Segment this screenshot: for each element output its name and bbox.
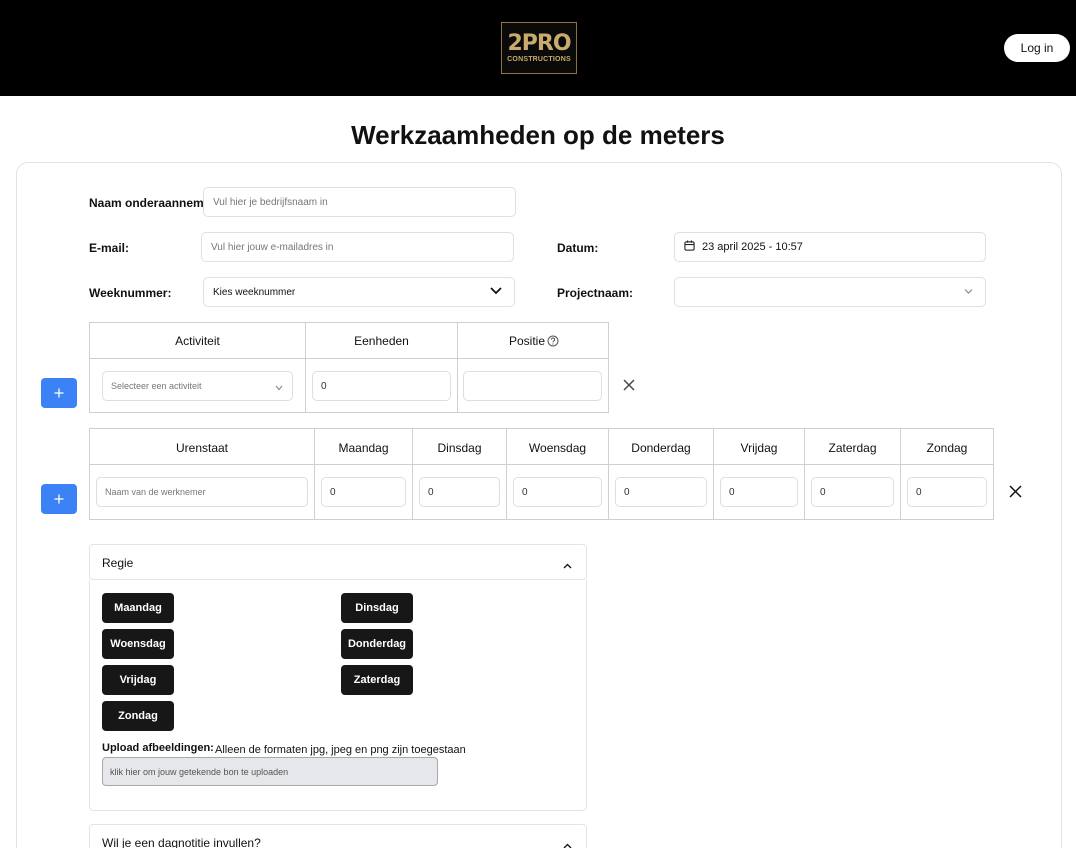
email-label: E-mail: xyxy=(89,241,130,255)
chevron-down-icon xyxy=(275,383,283,393)
position-header-cell: Positie xyxy=(457,322,609,359)
upload-input[interactable]: klik hier om jouw getekende bon te uploa… xyxy=(102,757,438,786)
units-input[interactable]: 0 xyxy=(312,371,451,401)
regie-accordion-header[interactable]: Regie xyxy=(89,544,587,580)
chevron-up-icon xyxy=(563,558,572,572)
zaterdag-hours-input[interactable]: 0 xyxy=(811,477,894,507)
subcontractor-placeholder: Vul hier je bedrijfsnaam in xyxy=(213,196,328,208)
week-select-value: Kies weeknummer xyxy=(213,286,296,298)
regie-day-donderdag[interactable]: Donderdag xyxy=(341,629,413,659)
regie-day-woensdag[interactable]: Woensdag xyxy=(102,629,174,659)
zaterdag-header-cell: Zaterdag xyxy=(804,428,901,465)
maandag-hours-input[interactable]: 0 xyxy=(321,477,406,507)
activity-header: Activiteit xyxy=(175,334,220,348)
maandag-header: Maandag xyxy=(338,441,389,455)
activity-header-cell: Activiteit xyxy=(89,322,306,359)
regie-day-dinsdag[interactable]: Dinsdag xyxy=(341,593,413,623)
dinsdag-hours-value: 0 xyxy=(428,486,434,498)
woensdag-hours-value: 0 xyxy=(522,486,528,498)
week-select[interactable]: Kies weeknummer xyxy=(203,277,515,307)
plus-icon xyxy=(54,494,64,504)
zondag-hours-value: 0 xyxy=(916,486,922,498)
dinsdag-hours-input[interactable]: 0 xyxy=(419,477,500,507)
regie-day-maandag[interactable]: Maandag xyxy=(102,593,174,623)
vrijdag-hours-value: 0 xyxy=(729,486,735,498)
employee-name-input[interactable]: Naam van de werknemer xyxy=(96,477,308,507)
dagnotitie-accordion-header[interactable]: Wil je een dagnotitie invullen? xyxy=(89,824,587,848)
email-input[interactable]: Vul hier jouw e-mailadres in xyxy=(201,232,514,262)
maandag-header-cell: Maandag xyxy=(314,428,413,465)
units-header-cell: Eenheden xyxy=(305,322,458,359)
zondag-hours-input[interactable]: 0 xyxy=(907,477,987,507)
remove-activity-icon[interactable] xyxy=(622,378,638,394)
position-input[interactable] xyxy=(463,371,602,401)
chevron-down-icon xyxy=(490,287,502,298)
dagnotitie-title: Wil je een dagnotitie invullen? xyxy=(102,836,261,848)
donderdag-header: Donderdag xyxy=(631,441,691,455)
units-header: Eenheden xyxy=(354,334,409,348)
employee-name-placeholder: Naam van de werknemer xyxy=(105,487,206,497)
page-title: Werkzaamheden op de meters xyxy=(351,120,725,150)
regie-title: Regie xyxy=(102,556,134,570)
chevron-down-icon xyxy=(964,287,973,298)
date-label: Datum: xyxy=(557,241,599,255)
subcontractor-input[interactable]: Vul hier je bedrijfsnaam in xyxy=(203,187,516,217)
chevron-up-icon xyxy=(563,838,572,848)
date-value: 23 april 2025 - 10:57 xyxy=(702,241,803,253)
dinsdag-header-cell: Dinsdag xyxy=(412,428,507,465)
regie-day-zaterdag[interactable]: Zaterdag xyxy=(341,665,413,695)
zaterdag-hours-value: 0 xyxy=(820,486,826,498)
regie-day-vrijdag[interactable]: Vrijdag xyxy=(102,665,174,695)
project-label: Projectnaam: xyxy=(557,286,634,300)
upload-note: Alleen de formaten jpg, jpeg en png zijn… xyxy=(215,744,466,756)
zondag-header: Zondag xyxy=(926,441,968,455)
week-label: Weeknummer: xyxy=(89,286,172,300)
email-placeholder: Vul hier jouw e-mailadres in xyxy=(211,241,334,253)
vrijdag-header-cell: Vrijdag xyxy=(713,428,805,465)
donderdag-hours-input[interactable]: 0 xyxy=(615,477,707,507)
zaterdag-header: Zaterdag xyxy=(828,441,877,455)
donderdag-header-cell: Donderdag xyxy=(608,428,714,465)
woensdag-header-cell: Woensdag xyxy=(506,428,609,465)
vrijdag-hours-input[interactable]: 0 xyxy=(720,477,798,507)
subcontractor-label: Naam onderaannemer: xyxy=(89,196,220,210)
upload-label: Upload afbeeldingen: xyxy=(102,742,214,754)
plus-icon xyxy=(54,388,64,398)
logo-subtext: CONSTRUCTIONS xyxy=(507,55,571,63)
zondag-header-cell: Zondag xyxy=(900,428,994,465)
woensdag-header: Woensdag xyxy=(528,441,587,455)
add-employee-button[interactable] xyxy=(41,484,77,514)
upload-placeholder: klik hier om jouw getekende bon te uploa… xyxy=(110,766,289,777)
units-value: 0 xyxy=(321,380,327,392)
help-icon[interactable] xyxy=(547,335,559,350)
urenstaat-header: Urenstaat xyxy=(175,441,229,455)
regie-day-zondag[interactable]: Zondag xyxy=(102,701,174,731)
company-logo[interactable]: 2PRO CONSTRUCTIONS xyxy=(501,22,577,74)
dinsdag-header: Dinsdag xyxy=(437,441,482,455)
donderdag-hours-value: 0 xyxy=(624,486,630,498)
add-activity-button[interactable] xyxy=(41,378,77,408)
project-select[interactable] xyxy=(674,277,986,307)
calendar-icon xyxy=(684,240,695,254)
urenstaat-header-cell: Urenstaat xyxy=(89,428,315,465)
activity-select[interactable]: Selecteer een activiteit xyxy=(102,371,293,401)
date-picker[interactable]: 23 april 2025 - 10:57 xyxy=(674,232,986,262)
top-navbar: 2PRO CONSTRUCTIONS Log in xyxy=(0,0,1076,96)
woensdag-hours-input[interactable]: 0 xyxy=(513,477,602,507)
remove-employee-icon[interactable] xyxy=(1008,484,1024,500)
login-button[interactable]: Log in xyxy=(1004,34,1070,62)
logo-text: 2PRO xyxy=(507,30,571,56)
vrijdag-header: Vrijdag xyxy=(740,441,778,455)
position-header: Positie xyxy=(509,334,546,348)
activity-select-placeholder: Selecteer een activiteit xyxy=(111,381,202,391)
maandag-hours-value: 0 xyxy=(330,486,336,498)
